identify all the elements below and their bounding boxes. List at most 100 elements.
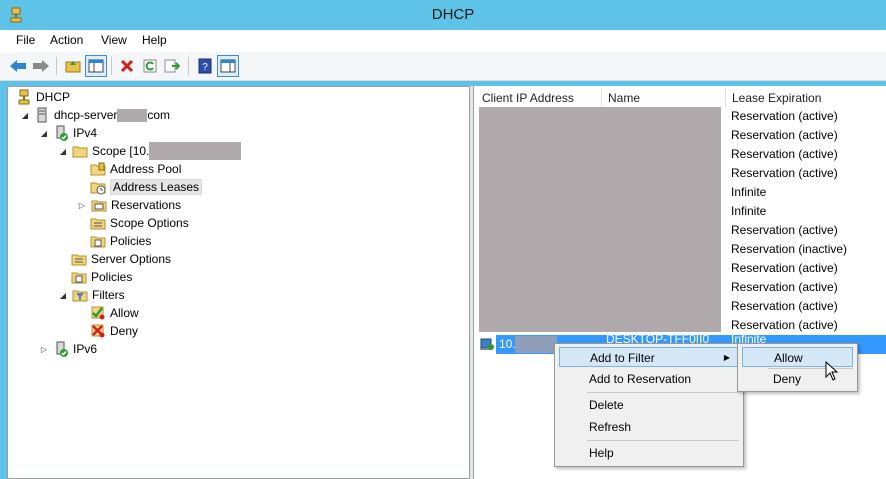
svg-text:?: ? <box>202 62 208 73</box>
delete-button[interactable] <box>116 55 138 77</box>
lease-expiration-cell[interactable]: Reservation (active) <box>731 126 838 145</box>
tree-node-scope-policies[interactable]: Policies <box>90 232 151 250</box>
tree-label-allow: Allow <box>110 306 139 320</box>
redacted-scope-range <box>149 142 242 160</box>
address-pool-icon <box>90 162 106 176</box>
submenu-arrow-icon: ▶ <box>723 353 730 362</box>
menu-item-refresh[interactable]: Refresh <box>559 417 739 437</box>
back-icon <box>10 60 26 72</box>
menu-file[interactable]: File <box>16 33 35 47</box>
tree-label-reservations: Reservations <box>111 198 182 212</box>
tree-node-filters[interactable]: ◢ Filters <box>58 286 125 304</box>
tree-node-address-pool[interactable]: Address Pool <box>90 160 181 178</box>
tree-node-ipv6[interactable]: ▷ IPv6 <box>39 340 97 358</box>
lease-expiration-cell[interactable]: Reservation (inactive) <box>731 240 847 259</box>
tree-label-ipv4: IPv4 <box>73 126 98 140</box>
up-one-level-button[interactable] <box>62 55 84 77</box>
tree-node-allow[interactable]: Allow <box>90 304 139 322</box>
column-header-lease-expiration[interactable]: Lease Expiration <box>726 88 886 108</box>
menu-bar: File Action View Help <box>0 30 886 52</box>
action-pane-icon <box>220 59 236 73</box>
reservations-icon <box>91 200 107 212</box>
policies-icon <box>71 272 87 284</box>
lease-expiration-cell[interactable]: Infinite <box>731 202 766 221</box>
menu-separator <box>587 392 739 393</box>
column-header-client-ip[interactable]: Client IP Address <box>476 88 602 108</box>
redacted-ip <box>515 336 557 353</box>
context-menu: Add to Filter ▶ Add to Reservation Delet… <box>554 343 744 467</box>
tree-label-policies: Policies <box>91 270 133 284</box>
console-tree: DHCP ◢ dhcp-server com ◢ IPv4 ◢ Scope [10… <box>7 86 470 479</box>
collapse-icon[interactable]: ◢ <box>39 128 49 138</box>
tree-label-deny: Deny <box>110 324 139 338</box>
menu-label-add-to-filter: Add to Filter <box>590 351 655 365</box>
title-bar: DHCP <box>0 0 886 30</box>
lease-expiration-cell[interactable]: Reservation (active) <box>731 259 838 278</box>
tree-node-scope[interactable]: ◢ Scope [10. <box>58 142 242 160</box>
tree-node-address-leases[interactable]: Address Leases <box>90 178 203 196</box>
tree-node-deny[interactable]: Deny <box>90 322 138 340</box>
delete-icon <box>120 59 134 73</box>
forward-button[interactable] <box>30 55 52 77</box>
tree-label-address-pool: Address Pool <box>110 162 182 176</box>
menu-separator <box>587 440 739 441</box>
redacted-lease-data <box>479 107 721 332</box>
column-header-name[interactable]: Name <box>602 88 726 108</box>
filters-icon <box>72 290 88 302</box>
help-icon: ? <box>198 58 212 74</box>
tree-label-address-leases: Address Leases <box>110 179 203 195</box>
deny-filter-icon <box>91 324 105 338</box>
mouse-cursor-icon <box>825 361 839 381</box>
address-leases-icon <box>90 182 106 195</box>
show-console-tree-button[interactable] <box>85 55 107 77</box>
show-action-pane-button[interactable] <box>217 55 239 77</box>
collapse-icon[interactable]: ◢ <box>58 146 68 156</box>
lease-expiration-cell[interactable]: Reservation (active) <box>731 164 838 183</box>
lease-expiration-cell[interactable]: Reservation (active) <box>731 107 838 126</box>
scope-options-icon <box>90 218 106 230</box>
help-button[interactable]: ? <box>194 55 216 77</box>
lease-expiration-cell[interactable]: Reservation (active) <box>731 221 838 240</box>
window-title: DHCP <box>431 6 475 23</box>
tree-node-policies[interactable]: Policies <box>71 268 132 286</box>
menu-item-delete[interactable]: Delete <box>559 395 739 415</box>
collapse-icon[interactable]: ◢ <box>20 110 30 120</box>
menu-help[interactable]: Help <box>142 33 167 47</box>
selected-row-ip: 10. <box>499 337 516 351</box>
tree-label-scope-policies: Policies <box>110 234 152 248</box>
tree-label-ipv6: IPv6 <box>73 342 98 356</box>
tree-label-scope-options: Scope Options <box>110 216 189 230</box>
export-list-button[interactable] <box>161 55 183 77</box>
forward-icon <box>33 60 49 72</box>
lease-expiration-cell[interactable]: Reservation (active) <box>731 297 838 316</box>
ipv6-icon <box>56 341 68 357</box>
lease-expiration-cell[interactable]: Reservation (active) <box>731 145 838 164</box>
menu-item-help[interactable]: Help <box>559 443 739 463</box>
client-lease-icon <box>480 338 494 350</box>
menu-view[interactable]: View <box>101 33 127 47</box>
ipv4-icon <box>56 125 68 141</box>
expand-icon[interactable]: ▷ <box>77 200 87 210</box>
expand-icon[interactable]: ▷ <box>39 344 49 354</box>
collapse-icon[interactable]: ◢ <box>58 290 68 300</box>
toolbar: ? <box>0 52 886 81</box>
menu-action[interactable]: Action <box>50 33 83 47</box>
tree-node-reservations[interactable]: ▷ Reservations <box>77 196 181 214</box>
tree-node-server-options[interactable]: Server Options <box>71 250 171 268</box>
tree-node-ipv4[interactable]: ◢ IPv4 <box>39 124 97 142</box>
tree-node-server[interactable]: ◢ dhcp-server com <box>20 106 170 124</box>
allow-filter-icon <box>91 306 105 320</box>
folder-icon <box>72 146 88 158</box>
menu-item-add-to-reservation[interactable]: Add to Reservation <box>559 369 739 389</box>
tree-label-server-options: Server Options <box>91 252 172 266</box>
add-to-filter-submenu: Allow Deny <box>737 343 858 392</box>
lease-expiration-cell[interactable]: Reservation (active) <box>731 278 838 297</box>
back-button[interactable] <box>7 55 29 77</box>
lease-expiration-cell[interactable]: Infinite <box>731 183 766 202</box>
tree-node-scope-options[interactable]: Scope Options <box>90 214 189 232</box>
tree-node-dhcp[interactable]: DHCP <box>16 88 70 106</box>
tree-label-server: dhcp-server com <box>54 107 171 123</box>
refresh-button[interactable] <box>139 55 161 77</box>
menu-item-add-to-filter[interactable]: Add to Filter ▶ <box>559 347 739 367</box>
up-folder-icon <box>65 61 81 73</box>
